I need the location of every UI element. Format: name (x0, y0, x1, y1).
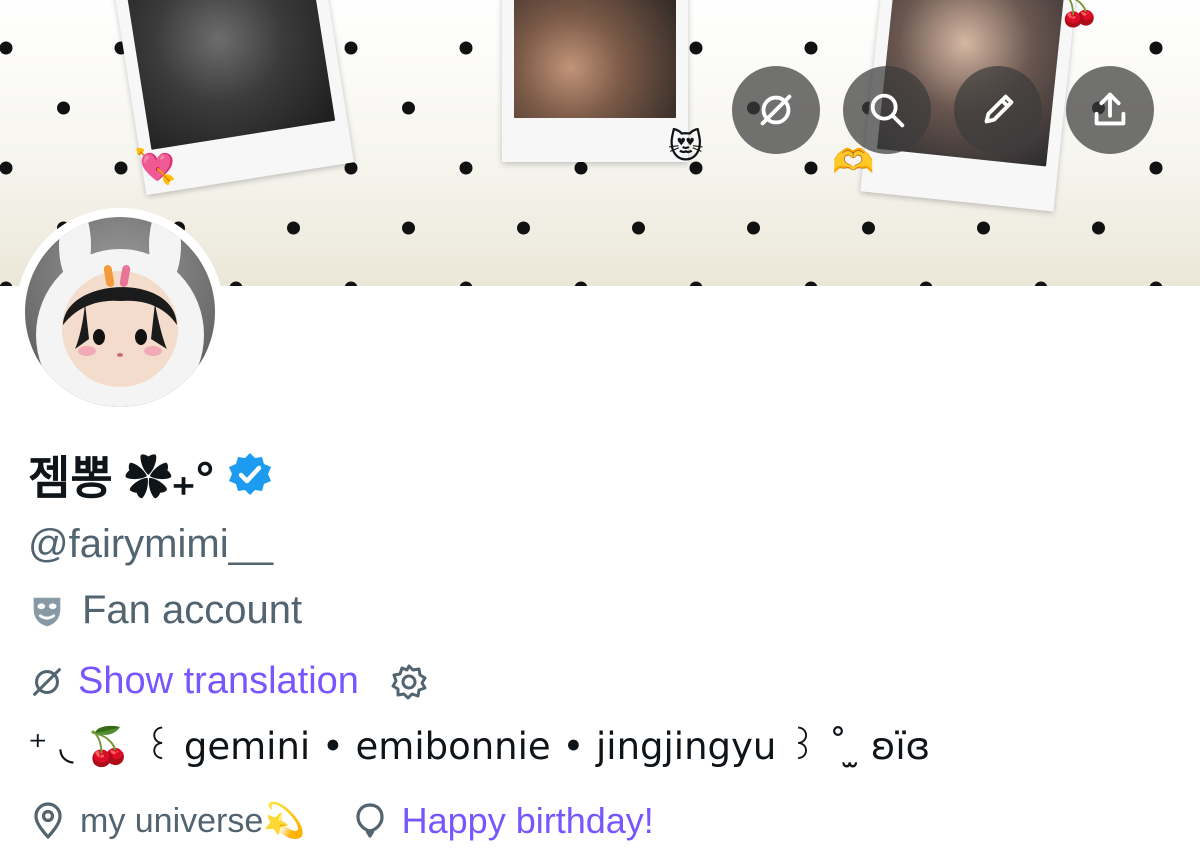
search-icon (870, 93, 905, 128)
account-label[interactable]: Fan account (28, 588, 302, 633)
banner-dot (402, 101, 415, 115)
translation-row: Show translation (28, 660, 429, 703)
banner-polaroid-2 (502, 0, 688, 162)
banner-dot (1034, 281, 1048, 286)
user-handle: @fairymimi__ (28, 522, 274, 566)
account-label-text: Fan account (82, 588, 303, 632)
banner-dot (574, 281, 588, 286)
profile-meta-row: my universe💫 Happy birthday! (28, 800, 698, 842)
banner-dot (517, 221, 530, 235)
translate-small-icon (33, 667, 61, 696)
location-text: my universe💫 (80, 802, 306, 840)
banner-dot (1149, 161, 1163, 175)
banner-dot (689, 41, 703, 55)
banner-dot (402, 221, 415, 235)
banner-dot (977, 221, 990, 235)
banner-dot (804, 281, 818, 286)
edit-button[interactable] (954, 66, 1042, 154)
share-button[interactable] (1066, 66, 1154, 154)
banner-dot (57, 101, 70, 115)
edit-icon (984, 94, 1014, 124)
location-pin-icon (34, 802, 62, 839)
banner-dot (459, 161, 473, 175)
banner-dot (919, 281, 933, 286)
banner-dot (459, 41, 473, 55)
birthday-item[interactable]: Happy birthday! (350, 800, 654, 842)
banner-dot (344, 161, 358, 175)
balloon-icon (356, 803, 384, 838)
banner-dot (0, 281, 13, 286)
display-name: 젬뽕 ✿₊° (28, 452, 215, 504)
birthday-link[interactable]: Happy birthday! (402, 800, 654, 842)
banner-dot (229, 281, 243, 286)
profile-bio: ⁺ ◟ 🍒 ꒰ gemini • emibonnie • jingjingyu … (28, 725, 931, 768)
banner-dot (459, 281, 473, 286)
banner-dot (574, 161, 588, 175)
search-button[interactable] (843, 66, 931, 154)
profile-avatar[interactable] (16, 208, 224, 416)
banner-dot (344, 281, 358, 286)
banner-dot (689, 281, 703, 286)
display-name-row: 젬뽕 ✿₊° (28, 440, 274, 510)
share-icon (1094, 92, 1126, 126)
heart-sticker: 💘 (134, 147, 177, 187)
banner-dot (1149, 41, 1163, 55)
verified-badge-icon[interactable] (226, 451, 274, 499)
banner-dot (1092, 221, 1105, 235)
cat-sticker: 😻 (668, 127, 704, 167)
cherries-sticker: 🍒 (1058, 0, 1101, 29)
avatar-image (25, 217, 215, 407)
banner-dot (0, 41, 13, 55)
banner-dot (804, 41, 818, 55)
gear-icon[interactable] (389, 662, 429, 702)
banner-dot (0, 161, 13, 175)
translate-button[interactable] (732, 66, 820, 154)
banner-dot (287, 221, 300, 235)
banner-dot (114, 161, 128, 175)
location-item: my universe💫 (28, 801, 306, 841)
banner-dot (862, 221, 875, 235)
banner-dot (632, 221, 645, 235)
banner-dot (1149, 281, 1163, 286)
theater-mask-icon (33, 597, 61, 626)
banner-dot (747, 221, 760, 235)
banner-dot (344, 41, 358, 55)
banner-dot (804, 161, 818, 175)
show-translation-link[interactable]: Show translation (78, 660, 359, 703)
translate-icon (760, 94, 792, 126)
